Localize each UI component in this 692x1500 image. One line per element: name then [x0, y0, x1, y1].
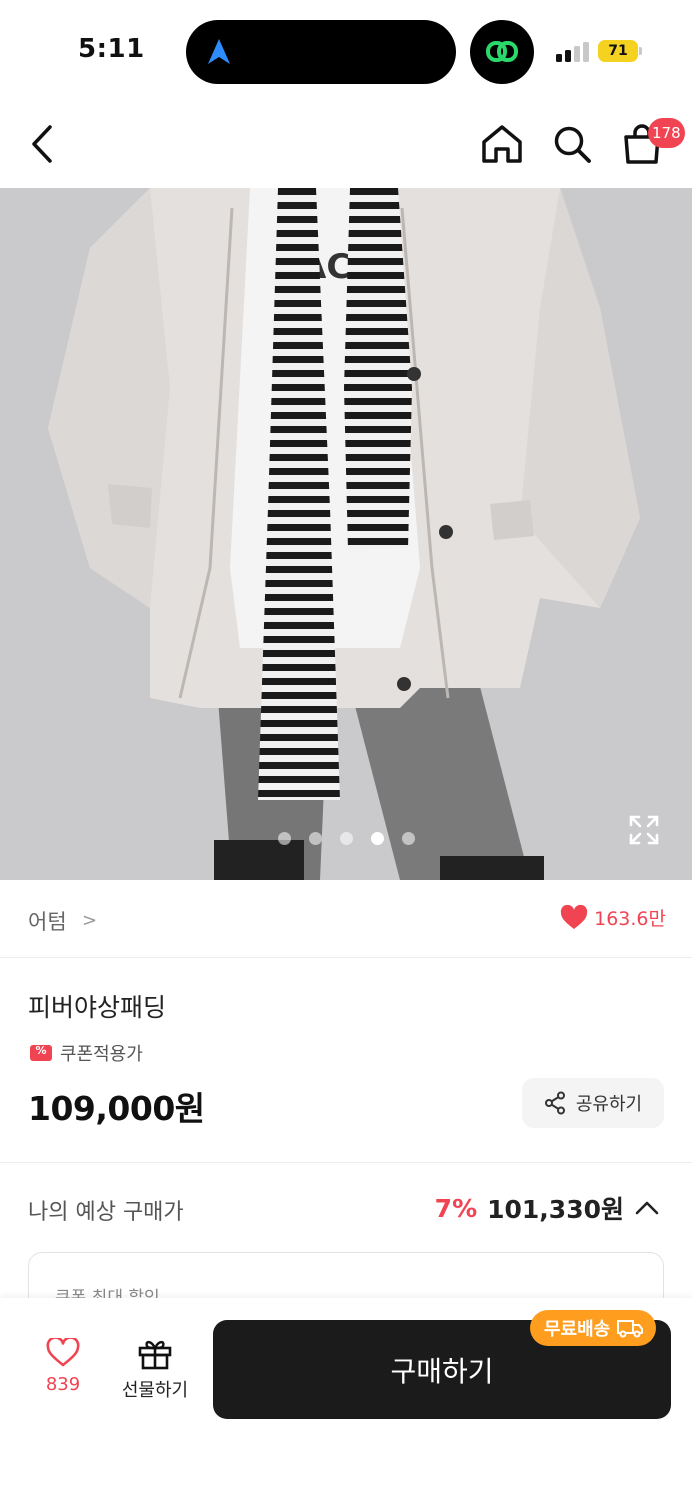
product-image-carousel[interactable]: ACA: [0, 188, 692, 880]
product-photo: ACA: [0, 188, 692, 880]
wishlist-button[interactable]: 839: [28, 1338, 98, 1410]
brand-link[interactable]: 어텀: [28, 906, 67, 936]
heart-outline-icon: [46, 1338, 80, 1367]
likes-count: 163.6만: [594, 908, 666, 930]
home-icon: [482, 125, 522, 163]
gift-button[interactable]: 선물하기: [112, 1338, 198, 1410]
buy-label: 구매하기: [390, 1354, 494, 1388]
expected-final-price: 101,330원: [487, 1195, 624, 1224]
gift-label: 선물하기: [121, 1380, 189, 1401]
coupon-label: 쿠폰적용가: [60, 1044, 143, 1065]
search-button[interactable]: [550, 122, 594, 166]
truck-icon: [617, 1320, 644, 1338]
carousel-dot[interactable]: [401, 832, 415, 845]
wishlist-count: 839: [45, 1374, 81, 1395]
search-icon: [554, 126, 591, 163]
expected-price-toggle[interactable]: 7% 101,330원: [435, 1190, 660, 1226]
discount-rate: 7%: [434, 1193, 478, 1223]
status-time: 5:11: [78, 34, 145, 64]
carousel-dot-active[interactable]: [370, 832, 384, 845]
home-button[interactable]: [480, 122, 524, 166]
free-shipping-badge: 무료배송: [530, 1310, 657, 1346]
battery-level: 71: [598, 40, 638, 62]
coupon-icon: [30, 1044, 52, 1061]
navigation-arrow-icon: [208, 39, 230, 64]
product-title: 피버야상패딩: [28, 993, 167, 1022]
chevron-up-icon: [635, 1201, 659, 1215]
share-label: 공유하기: [575, 1094, 643, 1115]
gift-icon: [138, 1340, 172, 1370]
brand-row: 어텀 > 163.6만: [0, 880, 692, 958]
share-icon: [544, 1091, 565, 1115]
section-divider: [0, 1162, 692, 1163]
product-price: 109,000원: [28, 1089, 205, 1128]
signal-icon: [556, 42, 589, 62]
chevron-left-icon: [32, 125, 52, 163]
battery-icon: 71: [598, 40, 642, 64]
carousel-dot[interactable]: [308, 832, 322, 845]
back-button[interactable]: [20, 122, 64, 166]
top-nav: [0, 100, 692, 188]
carousel-dot[interactable]: [277, 832, 291, 845]
cart-count-badge: 178: [648, 118, 685, 148]
free-shipping-label: 무료배송: [544, 1319, 611, 1340]
heart-icon: [560, 904, 588, 929]
dynamic-island: [186, 20, 456, 84]
status-bar: 5:11 71: [0, 0, 692, 100]
expected-price-label: 나의 예상 구매가: [28, 1200, 184, 1225]
share-button[interactable]: 공유하기: [522, 1078, 664, 1128]
link-app-icon: [470, 20, 534, 84]
carousel-dot[interactable]: [339, 832, 353, 845]
carousel-indicator: [0, 832, 692, 845]
coupon-price-label: 쿠폰적용가: [30, 1040, 143, 1066]
chevron-right-icon: >: [82, 910, 98, 931]
brand-likes[interactable]: 163.6만: [560, 904, 666, 931]
